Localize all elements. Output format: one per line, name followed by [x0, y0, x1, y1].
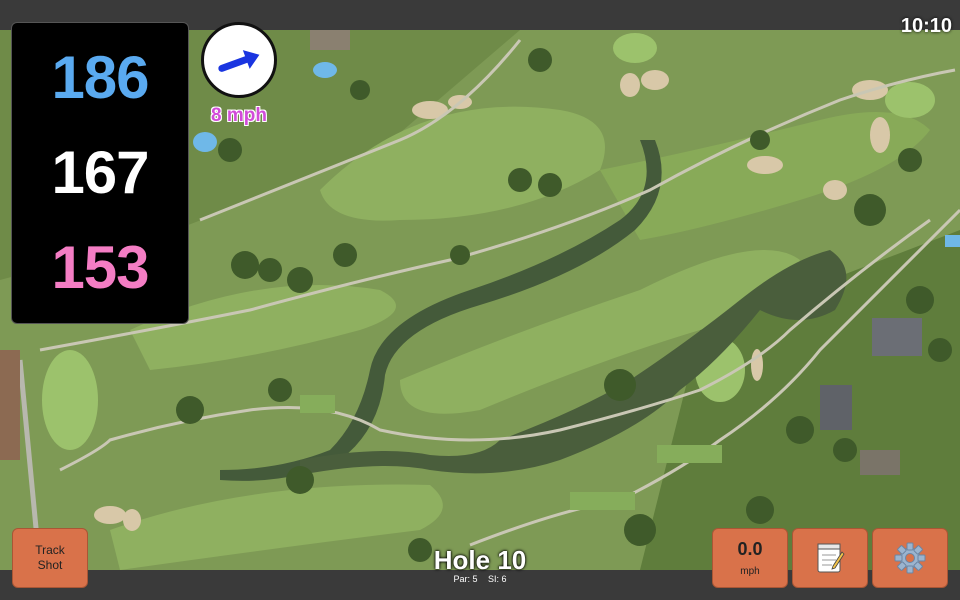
distance-front: 153 [51, 233, 149, 301]
speed-button[interactable]: 0.0 mph [712, 528, 788, 588]
distance-back: 186 [51, 44, 149, 112]
hole-info: Hole 10 Par: 5 SI: 6 [380, 546, 580, 585]
track-shot-label-line1: Track [35, 543, 65, 557]
hole-par: Par: 5 [453, 574, 478, 584]
wind-speed: 8 mph [211, 105, 267, 126]
golf-gps-screen: 10:10 186 167 153 8 mph Track Shot Hole … [0, 0, 960, 600]
distance-panel: 186 167 153 [11, 22, 189, 324]
gear-icon [894, 542, 926, 574]
speed-value: 0.0 [737, 539, 763, 559]
clock: 10:10 [900, 15, 952, 37]
distance-middle: 167 [51, 138, 149, 206]
hole-title: Hole 10 [433, 545, 527, 575]
notepad-icon [817, 543, 845, 573]
track-shot-label-line2: Shot [37, 558, 63, 572]
notes-button[interactable] [792, 528, 868, 588]
wind-direction-dial [201, 22, 277, 98]
speed-unit: mph [740, 566, 760, 577]
settings-button[interactable] [872, 528, 948, 588]
track-shot-button[interactable]: Track Shot [12, 528, 88, 588]
hole-si: SI: 6 [488, 574, 507, 584]
arrow-icon [218, 50, 260, 72]
hole-details: Par: 5 SI: 6 [380, 574, 580, 585]
